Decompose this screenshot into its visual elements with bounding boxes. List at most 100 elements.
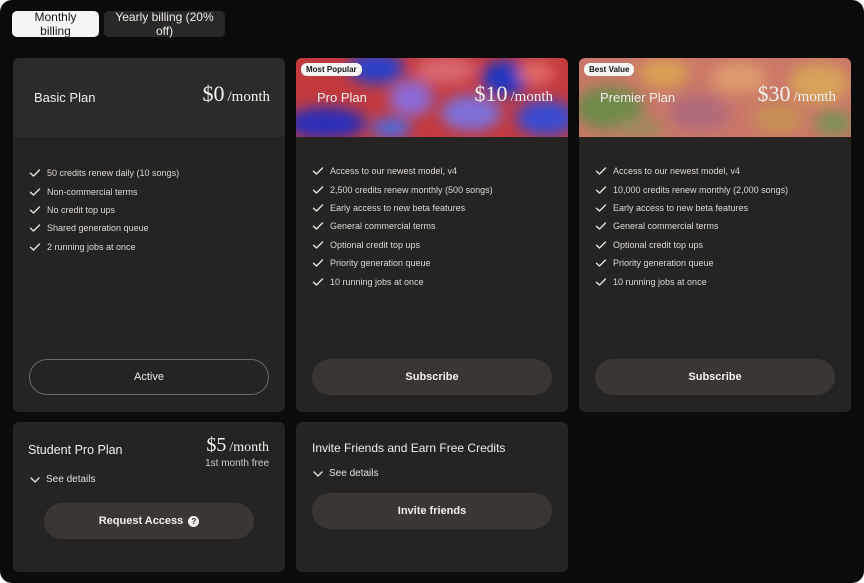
feature-item: 2,500 credits renew monthly (500 songs) xyxy=(312,180,493,198)
student-plan-card: Student Pro Plan $5/month 1st month free… xyxy=(13,422,285,572)
feature-item: Optional credit top ups xyxy=(595,236,788,254)
basic-plan-card: Basic Plan $0/month 50 credits renew dai… xyxy=(13,58,285,412)
feature-item: Access to our newest model, v4 xyxy=(312,162,493,180)
feature-label: Shared generation queue xyxy=(47,223,149,234)
invite-friends-button[interactable]: Invite friends xyxy=(312,493,552,529)
feature-label: Early access to new beta features xyxy=(330,202,466,213)
invite-friends-card: Invite Friends and Earn Free Credits See… xyxy=(296,422,568,572)
feature-label: 50 credits renew daily (10 songs) xyxy=(47,168,180,179)
feature-label: 10 running jobs at once xyxy=(613,276,707,287)
see-details-label: See details xyxy=(329,468,379,479)
feature-label: Access to our newest model, v4 xyxy=(330,166,458,177)
feature-label: No credit top ups xyxy=(47,204,116,215)
premier-plan-header: Best Value Premier Plan $30/month xyxy=(579,58,851,137)
feature-label: Optional credit top ups xyxy=(613,239,704,250)
billing-toggle: Monthly billing Yearly billing (20% off) xyxy=(12,10,225,38)
check-icon xyxy=(312,241,324,249)
feature-label: Priority generation queue xyxy=(613,258,714,269)
price-period: /month xyxy=(227,89,270,105)
monthly-billing-tab[interactable]: Monthly billing xyxy=(12,10,99,38)
check-icon xyxy=(312,259,324,267)
plan-price: $5/month xyxy=(206,434,269,457)
plan-price: $10/month xyxy=(474,81,553,107)
basic-plan-header: Basic Plan $0/month xyxy=(13,58,285,137)
feature-label: 2 running jobs at once xyxy=(47,241,136,252)
pricing-page: Monthly billing Yearly billing (20% off)… xyxy=(0,0,864,583)
check-icon xyxy=(29,169,41,177)
subscribe-premier-button[interactable]: Subscribe xyxy=(595,359,835,395)
feature-item: General commercial terms xyxy=(312,217,493,235)
feature-item: Shared generation queue xyxy=(29,219,179,237)
price-period: /month xyxy=(793,89,836,105)
check-icon xyxy=(312,167,324,175)
pro-plan-header: Most Popular Pro Plan $10/month xyxy=(296,58,568,137)
plan-name: Student Pro Plan xyxy=(28,443,123,457)
feature-label: Access to our newest model, v4 xyxy=(613,166,741,177)
feature-item: Early access to new beta features xyxy=(595,199,788,217)
request-access-button[interactable]: Request Access ? xyxy=(44,503,254,539)
plan-name: Premier Plan xyxy=(600,90,676,105)
feature-item: Non-commercial terms xyxy=(29,182,179,200)
plan-name: Basic Plan xyxy=(34,90,96,105)
check-icon xyxy=(29,224,41,233)
feature-label: General commercial terms xyxy=(613,221,719,232)
feature-item: 50 credits renew daily (10 songs) xyxy=(29,164,179,182)
check-icon xyxy=(312,204,324,212)
check-icon xyxy=(312,185,324,194)
feature-item: Priority generation queue xyxy=(595,254,788,272)
active-button[interactable]: Active xyxy=(29,359,269,395)
plan-name: Pro Plan xyxy=(317,90,367,105)
promo-note: 1st month free xyxy=(205,458,269,469)
feature-item: Optional credit top ups xyxy=(312,236,493,254)
feature-item: 2 running jobs at once xyxy=(29,238,179,256)
yearly-billing-tab[interactable]: Yearly billing (20% off) xyxy=(104,10,225,38)
subscribe-pro-button[interactable]: Subscribe xyxy=(312,359,552,395)
request-access-label: Request Access xyxy=(98,515,184,527)
price-amount: $5 xyxy=(206,434,227,456)
price-amount: $0 xyxy=(202,81,225,106)
price-period: /month xyxy=(229,440,269,455)
price-period: /month xyxy=(510,89,553,105)
feature-item: Access to our newest model, v4 xyxy=(595,162,788,180)
feature-item: General commercial terms xyxy=(595,217,788,235)
chevron-down-icon xyxy=(313,470,323,477)
feature-item: Early access to new beta features xyxy=(312,199,493,217)
feature-label: Non-commercial terms xyxy=(47,186,138,197)
feature-label: General commercial terms xyxy=(330,221,436,232)
feature-list: Access to our newest model, v4 10,000 cre… xyxy=(595,162,788,291)
feature-label: 2,500 credits renew monthly (500 songs) xyxy=(330,184,493,195)
feature-list: 50 credits renew daily (10 songs) Non-com… xyxy=(29,164,179,256)
feature-label: 10,000 credits renew monthly (2,000 song… xyxy=(613,184,789,195)
check-icon xyxy=(29,243,41,251)
plan-price: $30/month xyxy=(757,81,836,107)
check-icon xyxy=(29,206,41,214)
see-details-label: See details xyxy=(46,474,96,485)
check-icon xyxy=(595,241,607,249)
check-icon xyxy=(29,187,41,196)
see-details-toggle[interactable]: See details xyxy=(312,468,378,479)
check-icon xyxy=(595,204,607,212)
feature-item: Priority generation queue xyxy=(312,254,493,272)
feature-list: Access to our newest model, v4 2,500 cred… xyxy=(312,162,493,291)
feature-label: Optional credit top ups xyxy=(330,239,421,250)
feature-item: 10,000 credits renew monthly (2,000 song… xyxy=(595,180,788,198)
price-amount: $10 xyxy=(474,81,508,106)
feature-label: Early access to new beta features xyxy=(613,202,749,213)
check-icon xyxy=(595,277,607,286)
best-value-badge: Best Value xyxy=(584,63,635,76)
pro-plan-card: Most Popular Pro Plan $10/month Access t… xyxy=(296,58,568,412)
check-icon xyxy=(595,259,607,267)
check-icon xyxy=(312,277,324,286)
check-icon xyxy=(595,185,607,194)
check-icon xyxy=(595,167,607,175)
feature-item: 10 running jobs at once xyxy=(595,272,788,290)
most-popular-badge: Most Popular xyxy=(301,63,362,76)
invite-title: Invite Friends and Earn Free Credits xyxy=(312,441,506,455)
check-icon xyxy=(312,222,324,231)
feature-item: 10 running jobs at once xyxy=(312,272,493,290)
see-details-toggle[interactable]: See details xyxy=(29,474,95,485)
check-icon xyxy=(595,222,607,231)
feature-label: 10 running jobs at once xyxy=(330,276,424,287)
question-circle-icon: ? xyxy=(188,515,200,527)
premier-plan-card: Best Value Premier Plan $30/month Access… xyxy=(579,58,851,412)
